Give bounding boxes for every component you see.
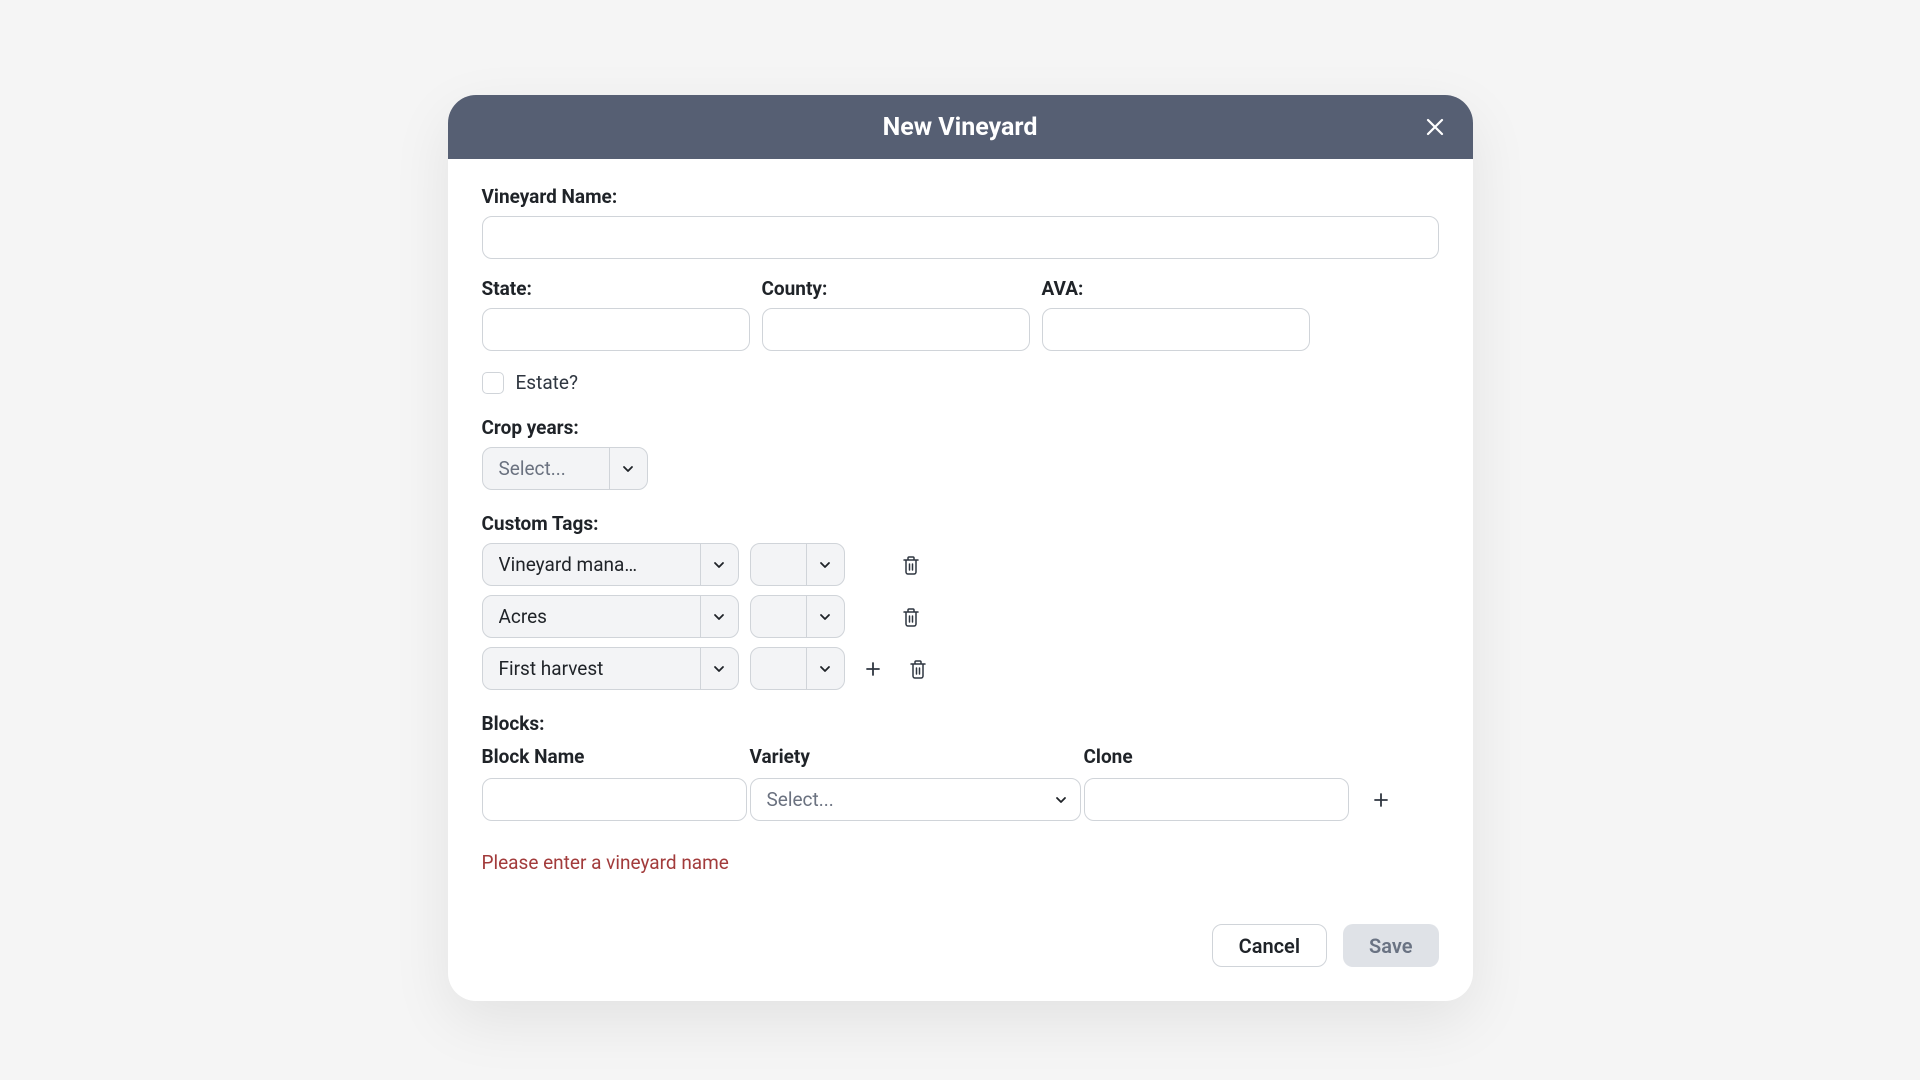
clone-header: Clone <box>1084 745 1352 768</box>
new-vineyard-modal: New Vineyard Vineyard Name: State: Count… <box>448 95 1473 1001</box>
chevron-down-icon <box>806 544 844 585</box>
modal-body: Vineyard Name: State: County: AVA: Estat… <box>448 159 1473 894</box>
error-message: Please enter a vineyard name <box>482 851 1439 874</box>
plus-icon <box>1373 792 1389 808</box>
chevron-down-icon <box>700 544 738 585</box>
blocks-header: Block Name Variety Clone <box>482 745 1439 768</box>
tag-name-select[interactable]: Vineyard mana… <box>482 543 739 586</box>
ava-label: AVA: <box>1042 277 1310 300</box>
close-button[interactable] <box>1421 113 1449 141</box>
tag-value-select[interactable] <box>750 543 845 586</box>
tag-name-select[interactable]: Acres <box>482 595 739 638</box>
county-input[interactable] <box>762 308 1030 351</box>
custom-tag-row: Acres <box>482 595 1439 638</box>
chevron-down-icon <box>806 596 844 637</box>
chevron-down-icon <box>1042 779 1080 820</box>
close-icon <box>1425 117 1445 137</box>
save-button[interactable]: Save <box>1343 924 1438 967</box>
chevron-down-icon <box>700 596 738 637</box>
county-label: County: <box>762 277 1030 300</box>
modal-header: New Vineyard <box>448 95 1473 159</box>
tag-name-value: Acres <box>499 605 690 628</box>
modal-title: New Vineyard <box>883 113 1038 142</box>
blocks-label: Blocks: <box>482 712 1439 735</box>
state-label: State: <box>482 277 750 300</box>
trash-icon <box>902 555 920 575</box>
custom-tags-label: Custom Tags: <box>482 512 1439 535</box>
estate-label: Estate? <box>516 371 578 394</box>
tag-value-select[interactable] <box>750 595 845 638</box>
crop-years-value: Select... <box>499 457 599 480</box>
ava-input[interactable] <box>1042 308 1310 351</box>
trash-icon <box>902 607 920 627</box>
delete-tag-button[interactable] <box>901 652 935 686</box>
block-row: Select... <box>482 778 1439 821</box>
variety-value: Select... <box>767 788 1032 811</box>
cancel-button[interactable]: Cancel <box>1212 924 1327 967</box>
location-row: State: County: AVA: <box>482 277 1439 351</box>
vineyard-name-input[interactable] <box>482 216 1439 259</box>
delete-tag-button[interactable] <box>894 600 928 634</box>
plus-icon <box>865 661 881 677</box>
chevron-down-icon <box>609 448 647 489</box>
modal-footer: Cancel Save <box>448 894 1473 1001</box>
state-input[interactable] <box>482 308 750 351</box>
cancel-button-label: Cancel <box>1239 934 1300 958</box>
estate-checkbox[interactable] <box>482 372 504 394</box>
tag-name-select[interactable]: First harvest <box>482 647 739 690</box>
tag-name-value: First harvest <box>499 657 690 680</box>
delete-tag-button[interactable] <box>894 548 928 582</box>
crop-years-label: Crop years: <box>482 416 1439 439</box>
trash-icon <box>909 659 927 679</box>
custom-tag-row: Vineyard mana… <box>482 543 1439 586</box>
block-name-input[interactable] <box>482 778 747 821</box>
estate-row: Estate? <box>482 371 1439 394</box>
block-name-header: Block Name <box>482 745 750 768</box>
variety-header: Variety <box>750 745 1084 768</box>
chevron-down-icon <box>806 648 844 689</box>
variety-select[interactable]: Select... <box>750 778 1081 821</box>
add-tag-button[interactable] <box>856 652 890 686</box>
clone-input[interactable] <box>1084 778 1349 821</box>
tag-value-select[interactable] <box>750 647 845 690</box>
save-button-label: Save <box>1369 934 1412 958</box>
add-block-button[interactable] <box>1364 783 1398 817</box>
chevron-down-icon <box>700 648 738 689</box>
crop-years-select[interactable]: Select... <box>482 447 648 490</box>
custom-tag-row: First harvest <box>482 647 1439 690</box>
vineyard-name-label: Vineyard Name: <box>482 185 1439 208</box>
tag-name-value: Vineyard mana… <box>499 553 690 576</box>
